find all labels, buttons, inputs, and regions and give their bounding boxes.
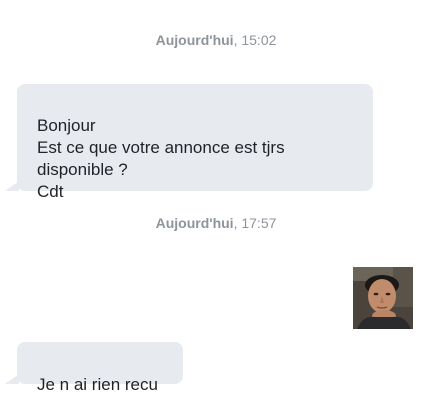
separator-time: , 15:02: [233, 32, 277, 48]
message-text: Bonjour Est ce que votre annonce est tjr…: [37, 116, 285, 201]
message-text: Je n ai rien recu: [37, 375, 158, 394]
message-bubble: Bonjour Est ce que votre annonce est tjr…: [5, 84, 373, 201]
separator-day: Aujourd'hui: [155, 215, 234, 231]
separator-day: Aujourd'hui: [155, 32, 234, 48]
date-separator: Aujourd'hui, 17:57: [0, 215, 432, 231]
message-bubble: Je n ai rien recu: [5, 342, 183, 394]
date-separator: Aujourd'hui, 15:02: [0, 32, 432, 48]
avatar[interactable]: [353, 267, 413, 329]
user-photo-icon: [353, 267, 413, 329]
separator-time: , 17:57: [233, 215, 277, 231]
